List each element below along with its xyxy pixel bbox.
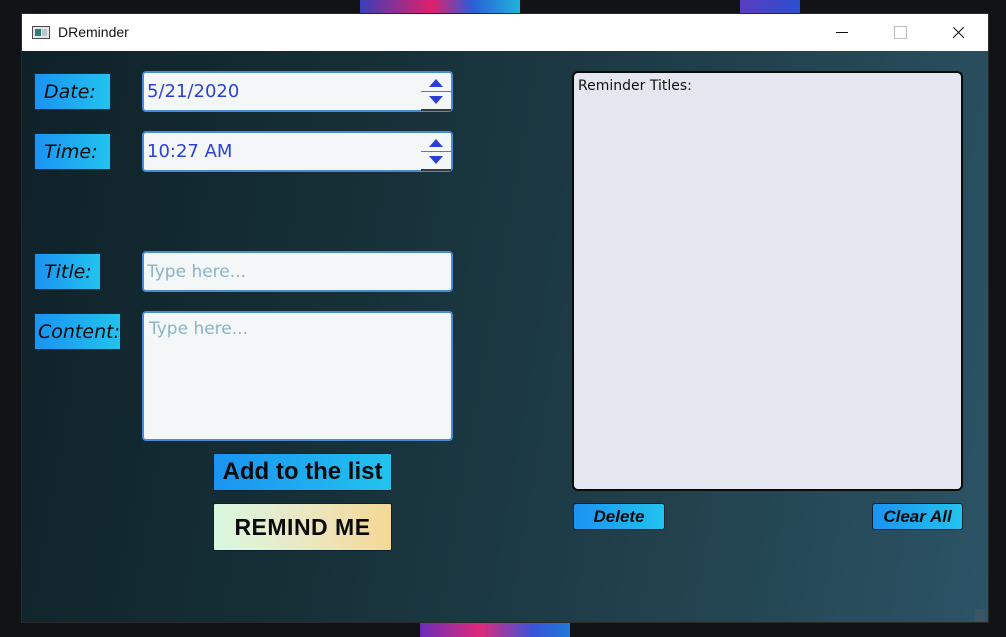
title-input[interactable] xyxy=(142,251,453,292)
app-window-icon xyxy=(32,26,50,39)
arrow-down-icon xyxy=(429,156,443,164)
maximize-icon[interactable] xyxy=(871,14,929,51)
add-to-list-button[interactable]: Add to the list xyxy=(213,453,392,491)
time-spin-up[interactable] xyxy=(421,134,451,151)
time-field[interactable]: 10:27 AM xyxy=(142,131,453,172)
date-spin-down[interactable] xyxy=(421,92,451,109)
resize-grip[interactable] xyxy=(975,609,985,621)
date-spin-up[interactable] xyxy=(421,74,451,91)
close-icon[interactable] xyxy=(929,14,987,51)
content-label: Content: xyxy=(34,313,121,350)
reminder-list-header: Reminder Titles: xyxy=(578,78,692,94)
window-title: DReminder xyxy=(58,24,129,40)
time-spin-down[interactable] xyxy=(421,152,451,169)
title-label: Title: xyxy=(34,253,101,290)
date-value: 5/21/2020 xyxy=(147,81,240,102)
title-bar[interactable]: DReminder xyxy=(22,14,988,51)
arrow-up-icon xyxy=(429,139,443,147)
app-window: DReminder Date: 5/21/2020 Time: 10:27 AM xyxy=(22,14,988,622)
main-panel: Date: 5/21/2020 Time: 10:27 AM Title: Ty… xyxy=(22,51,988,622)
arrow-down-icon xyxy=(429,96,443,104)
delete-button[interactable]: Delete xyxy=(573,503,665,530)
arrow-up-icon xyxy=(429,79,443,87)
date-spinner[interactable] xyxy=(421,73,451,111)
wallpaper-fragment-top xyxy=(360,0,520,14)
wallpaper-fragment-top-right xyxy=(740,0,800,14)
date-label: Date: xyxy=(34,73,111,110)
time-label: Time: xyxy=(34,133,111,170)
reminder-list[interactable]: Reminder Titles: xyxy=(572,71,963,491)
minimize-icon[interactable] xyxy=(813,14,871,51)
time-spinner[interactable] xyxy=(421,133,451,171)
content-input[interactable] xyxy=(142,311,453,441)
wallpaper-fragment-bottom xyxy=(420,620,570,637)
date-field[interactable]: 5/21/2020 xyxy=(142,71,453,112)
remind-me-button[interactable]: REMIND ME xyxy=(213,503,392,551)
spinner-edge xyxy=(421,109,451,111)
clear-all-button[interactable]: Clear All xyxy=(872,503,963,530)
spinner-edge xyxy=(421,169,451,171)
time-value: 10:27 AM xyxy=(147,141,233,162)
